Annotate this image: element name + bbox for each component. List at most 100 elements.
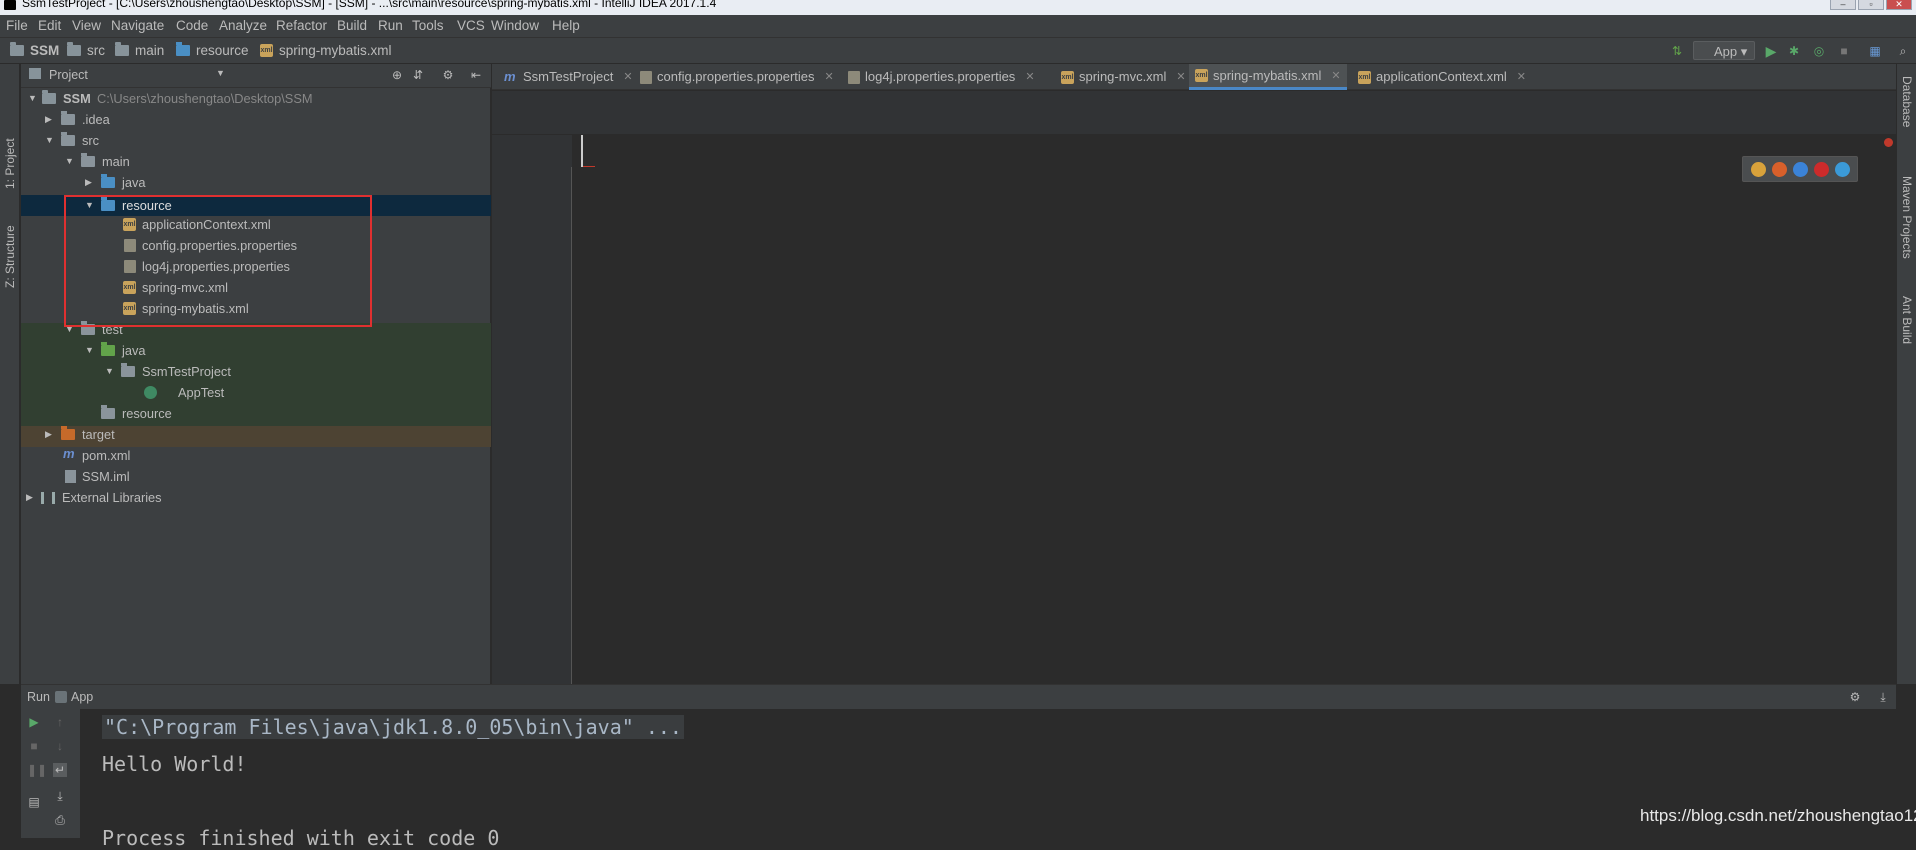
project-folder-icon — [10, 42, 24, 56]
tree-item-test-java[interactable]: ▼ java — [21, 340, 491, 361]
search-icon[interactable]: ⌕ — [1896, 44, 1910, 58]
down-arrow-icon[interactable]: ↓ — [53, 739, 67, 753]
project-view-selector[interactable]: Project — [49, 68, 88, 82]
internet-explorer-icon[interactable] — [1835, 162, 1850, 177]
menu-navigate[interactable]: Navigate — [111, 18, 164, 33]
hide-panel-icon[interactable]: ⤓ — [1876, 690, 1890, 704]
coverage-icon[interactable]: ◎ — [1812, 44, 1826, 58]
breadcrumb-resource[interactable]: resource — [176, 42, 249, 58]
intellij-app-icon — [4, 0, 16, 10]
navigation-bar: SSM src main resource xml spring-mybatis… — [0, 37, 1916, 64]
maximize-button[interactable]: ▫ — [1858, 0, 1884, 10]
stop-icon[interactable]: ■ — [27, 739, 41, 753]
breadcrumb-ssm[interactable]: SSM — [10, 42, 59, 58]
tree-item-java[interactable]: ▶ java — [21, 172, 491, 193]
chevron-down-icon[interactable]: ▼ — [216, 68, 225, 78]
gear-icon[interactable]: ⚙ — [1848, 690, 1862, 704]
print-icon[interactable]: ⎙ — [53, 813, 67, 827]
breadcrumb-file[interactable]: xml spring-mybatis.xml — [260, 43, 392, 58]
scroll-from-source-icon[interactable]: ⊕ — [390, 68, 404, 82]
ant-build-tool-button[interactable]: Ant Build — [1900, 296, 1914, 344]
gear-icon[interactable]: ⚙ — [441, 68, 455, 82]
close-icon[interactable]: ✕ — [825, 64, 834, 90]
soft-wrap-icon[interactable]: ↵ — [53, 763, 67, 777]
test-resource-folder-icon — [101, 405, 115, 419]
tree-item-target[interactable]: ▶ target — [21, 424, 491, 445]
close-icon[interactable]: ✕ — [1331, 63, 1340, 89]
tab-spring-mvc[interactable]: xml spring-mvc.xml ✕ — [1055, 64, 1192, 90]
pause-icon[interactable]: ❚❚ — [27, 763, 47, 777]
project-panel-header: Project ▼ ⊕ ⇵ ⚙ ⇤ — [21, 64, 491, 88]
menu-code[interactable]: Code — [176, 18, 208, 33]
up-arrow-icon[interactable]: ↑ — [53, 715, 67, 729]
collapse-all-icon[interactable]: ⇵ — [411, 68, 425, 82]
chrome-icon[interactable] — [1751, 162, 1766, 177]
rerun-icon[interactable]: ▶ — [27, 715, 41, 729]
tab-log4j-properties[interactable]: log4j.properties.properties ✕ — [842, 64, 1041, 90]
tab-config-properties[interactable]: config.properties.properties ✕ — [634, 64, 840, 90]
database-tool-button[interactable]: Database — [1900, 76, 1914, 127]
xml-file-icon: xml — [1358, 70, 1371, 84]
structure-tool-button[interactable]: Z: Structure — [3, 225, 17, 288]
project-tool-button[interactable]: 1: Project — [3, 138, 17, 189]
dump-threads-icon[interactable]: ▤ — [27, 795, 41, 809]
close-button[interactable]: ✕ — [1886, 0, 1912, 10]
project-view-icon — [29, 68, 41, 79]
tree-item-idea[interactable]: ▶ .idea — [21, 109, 491, 130]
tree-item-main[interactable]: ▼ main — [21, 151, 491, 172]
close-icon[interactable]: ✕ — [1025, 64, 1034, 90]
menu-tools[interactable]: Tools — [412, 18, 444, 33]
tree-item-apptest[interactable]: AppTest — [21, 382, 491, 403]
folder-icon — [81, 153, 95, 167]
menu-refactor[interactable]: Refactor — [276, 18, 327, 33]
close-icon[interactable]: ✕ — [1517, 64, 1526, 90]
build-icon[interactable]: ⇅ — [1670, 44, 1684, 58]
error-stripe-icon[interactable] — [1884, 138, 1893, 147]
run-tab-app[interactable]: App — [71, 690, 93, 704]
hide-panel-icon[interactable]: ⇤ — [469, 68, 483, 82]
menu-run[interactable]: Run — [378, 18, 403, 33]
code-editor[interactable] — [572, 135, 1896, 684]
library-icon — [41, 492, 55, 504]
menu-edit[interactable]: Edit — [38, 18, 61, 33]
breadcrumb-src[interactable]: src — [67, 42, 105, 58]
minimize-button[interactable]: – — [1830, 0, 1856, 10]
run-config-select[interactable]: App ▾ — [1693, 41, 1755, 60]
menu-view[interactable]: View — [72, 18, 101, 33]
folder-icon — [61, 132, 75, 146]
console-line-output: Hello World! — [102, 752, 247, 776]
tab-spring-mybatis[interactable]: xml spring-mybatis.xml ✕ — [1189, 64, 1347, 90]
menu-help[interactable]: Help — [552, 18, 580, 33]
text-caret — [581, 135, 583, 167]
menu-file[interactable]: File — [6, 18, 28, 33]
opera-icon[interactable] — [1814, 162, 1829, 177]
menu-analyze[interactable]: Analyze — [219, 18, 267, 33]
tree-item-test-resource[interactable]: resource — [21, 403, 491, 424]
tab-applicationcontext[interactable]: xml applicationContext.xml ✕ — [1352, 64, 1532, 90]
tree-item-src[interactable]: ▼ src — [21, 130, 491, 151]
project-structure-icon[interactable]: ▦ — [1868, 44, 1882, 58]
menu-build[interactable]: Build — [337, 18, 367, 33]
scroll-to-end-icon[interactable]: ⤓ — [53, 789, 67, 803]
close-icon[interactable]: ✕ — [623, 64, 632, 90]
breadcrumb-main[interactable]: main — [115, 42, 164, 58]
test-class-icon — [144, 386, 157, 399]
run-icon[interactable]: ▶ — [1764, 44, 1778, 58]
maven-file-icon: m — [504, 68, 516, 84]
maven-tool-button[interactable]: Maven Projects — [1900, 176, 1914, 259]
tab-ssmtestproject[interactable]: m SsmTestProject ✕ — [498, 64, 639, 90]
stop-icon[interactable]: ■ — [1837, 44, 1851, 58]
safari-icon[interactable] — [1793, 162, 1808, 177]
menu-vcs[interactable]: VCS — [457, 18, 485, 33]
tree-item-ssm[interactable]: ▼ SSM C:\Users\zhoushengtao\Desktop\SSM — [21, 88, 491, 109]
editor-tabs: m SsmTestProject ✕ config.properties.prop… — [492, 64, 1896, 90]
firefox-icon[interactable] — [1772, 162, 1787, 177]
debug-icon[interactable]: ✱ — [1787, 44, 1801, 58]
tree-item-ssmtestproject[interactable]: ▼ SsmTestProject — [21, 361, 491, 382]
gutter-current-line — [492, 135, 572, 167]
menu-window[interactable]: Window — [491, 18, 539, 33]
tree-item-ssm-iml[interactable]: SSM.iml — [21, 466, 491, 487]
close-icon[interactable]: ✕ — [1176, 64, 1185, 90]
tree-item-external-libraries[interactable]: ▶ External Libraries — [21, 487, 491, 508]
tree-item-pom[interactable]: m pom.xml — [21, 445, 491, 466]
